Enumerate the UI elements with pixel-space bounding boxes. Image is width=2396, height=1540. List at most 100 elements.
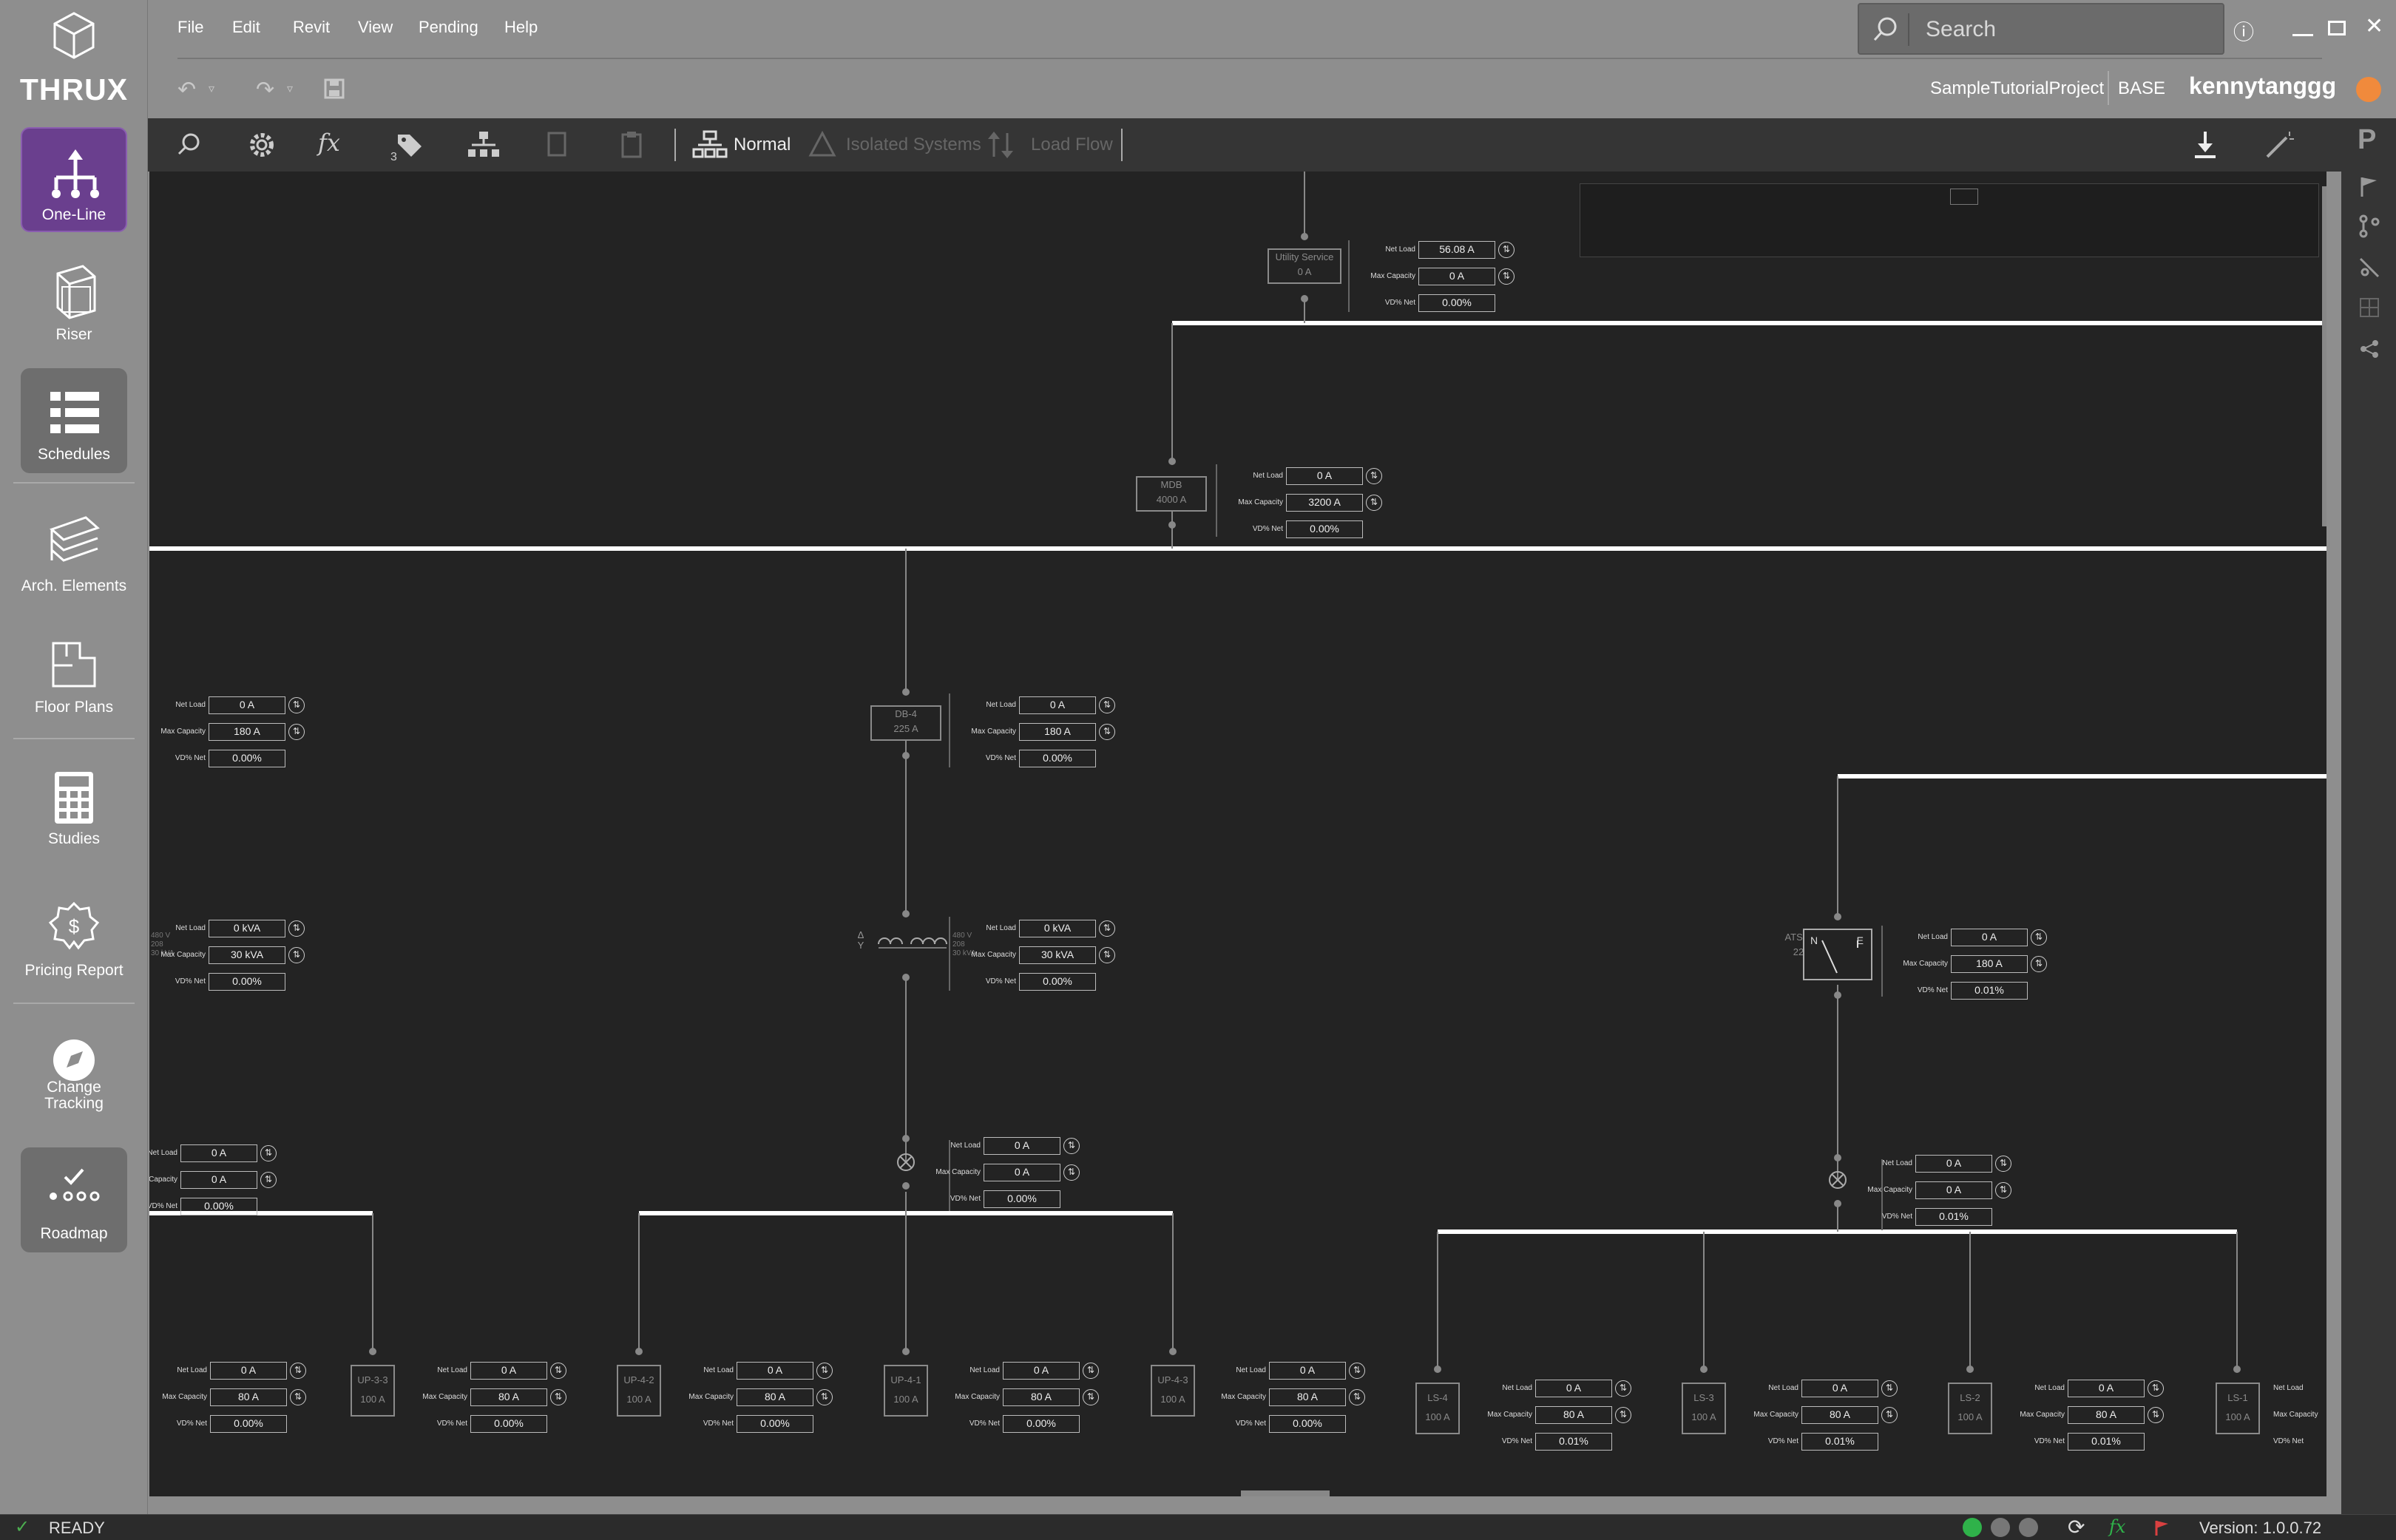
max-capacity-field[interactable]: 180 A bbox=[1019, 723, 1096, 741]
formula-status-icon[interactable]: fx bbox=[2109, 1516, 2125, 1537]
max-capacity-field[interactable]: 80 A bbox=[210, 1388, 287, 1406]
net-load-field[interactable]: 0 A bbox=[470, 1362, 547, 1380]
swap-icon[interactable]: ⇅ bbox=[288, 697, 305, 713]
vd-net-field[interactable]: 0.00% bbox=[1019, 750, 1096, 767]
max-capacity-field[interactable]: 30 kVA bbox=[1019, 946, 1096, 964]
gear-icon[interactable] bbox=[244, 129, 280, 161]
swap-icon[interactable]: ⇅ bbox=[1349, 1363, 1365, 1379]
swap-icon[interactable]: ⇅ bbox=[550, 1389, 566, 1405]
flag-status-icon[interactable] bbox=[2153, 1519, 2170, 1537]
vd-net-field[interactable]: 0.01% bbox=[2068, 1433, 2145, 1451]
swap-icon[interactable]: ⇅ bbox=[260, 1145, 277, 1161]
vd-net-field[interactable]: 0.00% bbox=[1003, 1415, 1080, 1433]
net-load-field[interactable]: 0 A bbox=[180, 1144, 257, 1162]
max-capacity-field[interactable]: 80 A bbox=[1801, 1406, 1878, 1424]
nav-pricing-report[interactable]: $ Pricing Report bbox=[21, 884, 127, 989]
swap-icon[interactable]: ⇅ bbox=[1881, 1407, 1898, 1423]
normal-mode-icon[interactable] bbox=[692, 129, 728, 161]
paste-icon[interactable] bbox=[614, 129, 649, 161]
vd-net-field[interactable]: 0.00% bbox=[1418, 294, 1495, 312]
swap-icon[interactable]: ⇅ bbox=[1995, 1156, 2011, 1172]
max-capacity-field[interactable]: 80 A bbox=[737, 1388, 813, 1406]
net-load-field[interactable]: 0 A bbox=[1801, 1380, 1878, 1397]
nav-schedules[interactable]: Schedules bbox=[21, 368, 127, 473]
menu-view[interactable]: View bbox=[358, 18, 393, 37]
nav-riser[interactable]: Riser bbox=[21, 248, 127, 353]
panel-p-icon[interactable]: P bbox=[2358, 124, 2376, 156]
up-3-3-node[interactable]: UP-3-3 100 A bbox=[351, 1365, 395, 1417]
menu-edit[interactable]: Edit bbox=[232, 18, 260, 37]
vd-net-field[interactable]: 0.01% bbox=[1915, 1208, 1992, 1226]
project-name[interactable]: SampleTutorialProject bbox=[1930, 78, 2104, 99]
swap-icon[interactable]: ⇅ bbox=[1366, 495, 1382, 511]
net-load-field[interactable]: 0 A bbox=[2068, 1380, 2145, 1397]
minimap-viewport[interactable] bbox=[1950, 189, 1978, 205]
net-load-field[interactable]: 0 A bbox=[1915, 1155, 1992, 1173]
mode-loadflow-label[interactable]: Load Flow bbox=[1031, 135, 1113, 155]
up-4-3-node[interactable]: UP-4-3 100 A bbox=[1151, 1365, 1195, 1417]
swap-icon[interactable]: ⇅ bbox=[1349, 1389, 1365, 1405]
nav-change-tracking[interactable]: Change Tracking bbox=[21, 1019, 127, 1124]
search-input[interactable] bbox=[1926, 13, 2207, 46]
net-load-field[interactable]: 0 A bbox=[1535, 1380, 1612, 1397]
swap-icon[interactable]: ⇅ bbox=[288, 920, 305, 937]
swap-icon[interactable]: ⇅ bbox=[1498, 268, 1515, 285]
grid-icon[interactable] bbox=[2358, 296, 2381, 319]
flag-icon[interactable] bbox=[2358, 174, 2381, 198]
net-load-field[interactable]: 0 A bbox=[1019, 696, 1096, 714]
swap-icon[interactable]: ⇅ bbox=[288, 724, 305, 740]
branch-name[interactable]: BASE bbox=[2118, 78, 2165, 99]
mode-normal-label[interactable]: Normal bbox=[734, 135, 791, 155]
horizontal-scrollbar[interactable] bbox=[1241, 1490, 1330, 1496]
vd-net-field[interactable]: 0.01% bbox=[1801, 1433, 1878, 1451]
swap-icon[interactable]: ⇅ bbox=[1615, 1407, 1631, 1423]
swap-icon[interactable]: ⇅ bbox=[1099, 724, 1115, 740]
info-icon[interactable]: ⓘ bbox=[2233, 16, 2254, 46]
mdb-node[interactable]: MDB 4000 A bbox=[1136, 476, 1207, 512]
up-4-1-node[interactable]: UP-4-1 100 A bbox=[884, 1365, 928, 1417]
swap-icon[interactable]: ⇅ bbox=[290, 1389, 306, 1405]
max-capacity-field[interactable]: 180 A bbox=[209, 723, 285, 741]
restore-button[interactable] bbox=[2328, 21, 2346, 35]
net-load-field[interactable]: 0 A bbox=[1951, 929, 2028, 946]
max-capacity-field[interactable]: 3200 A bbox=[1286, 494, 1363, 512]
hierarchy-icon[interactable] bbox=[466, 129, 501, 161]
vd-net-field[interactable]: 0.00% bbox=[984, 1190, 1060, 1208]
max-capacity-field[interactable]: 80 A bbox=[2068, 1406, 2145, 1424]
max-capacity-field[interactable]: 30 kVA bbox=[209, 946, 285, 964]
swap-icon[interactable]: ⇅ bbox=[1099, 947, 1115, 963]
one-line-canvas[interactable]: Utility Service 0 A Net Load 56.08 A ⇅ M… bbox=[149, 172, 2326, 1496]
branch-icon[interactable] bbox=[2358, 214, 2381, 238]
nav-roadmap[interactable]: Roadmap bbox=[21, 1147, 127, 1252]
nav-one-line[interactable]: One-Line bbox=[21, 127, 127, 232]
redo-dropdown-icon[interactable]: ▿ bbox=[287, 81, 293, 96]
search-box[interactable] bbox=[1858, 3, 2224, 55]
menu-file[interactable]: File bbox=[177, 18, 203, 37]
max-capacity-field[interactable]: 180 A bbox=[1951, 955, 2028, 973]
undo-icon[interactable]: ↶ bbox=[177, 77, 196, 103]
menu-pending[interactable]: Pending bbox=[419, 18, 478, 37]
nav-floor-plans[interactable]: Floor Plans bbox=[21, 621, 127, 726]
swap-icon[interactable]: ⇅ bbox=[1881, 1380, 1898, 1397]
vertical-scrollbar[interactable] bbox=[2322, 186, 2326, 526]
swap-icon[interactable]: ⇅ bbox=[1995, 1182, 2011, 1198]
magic-wand-icon[interactable] bbox=[2261, 129, 2297, 161]
vd-net-field[interactable]: 0.00% bbox=[1269, 1415, 1346, 1433]
net-load-field[interactable]: 0 A bbox=[737, 1362, 813, 1380]
swap-icon[interactable]: ⇅ bbox=[1498, 242, 1515, 258]
swap-icon[interactable]: ⇅ bbox=[1099, 920, 1115, 937]
power-partial-icon[interactable] bbox=[1991, 1518, 2010, 1537]
max-capacity-field[interactable]: 0 A bbox=[1915, 1181, 1992, 1199]
max-capacity-field[interactable]: 80 A bbox=[1535, 1406, 1612, 1424]
swap-icon[interactable]: ⇅ bbox=[1615, 1380, 1631, 1397]
swap-icon[interactable]: ⇅ bbox=[1063, 1138, 1080, 1154]
share-icon[interactable] bbox=[2358, 337, 2381, 361]
swap-icon[interactable]: ⇅ bbox=[816, 1389, 833, 1405]
undo-dropdown-icon[interactable]: ▿ bbox=[209, 81, 214, 96]
swap-icon[interactable]: ⇅ bbox=[2148, 1407, 2164, 1423]
swap-icon[interactable]: ⇅ bbox=[260, 1172, 277, 1188]
max-capacity-field[interactable]: 0 A bbox=[1418, 268, 1495, 285]
net-load-field[interactable]: 0 A bbox=[1269, 1362, 1346, 1380]
max-capacity-field[interactable]: 80 A bbox=[1269, 1388, 1346, 1406]
swap-icon[interactable]: ⇅ bbox=[816, 1363, 833, 1379]
